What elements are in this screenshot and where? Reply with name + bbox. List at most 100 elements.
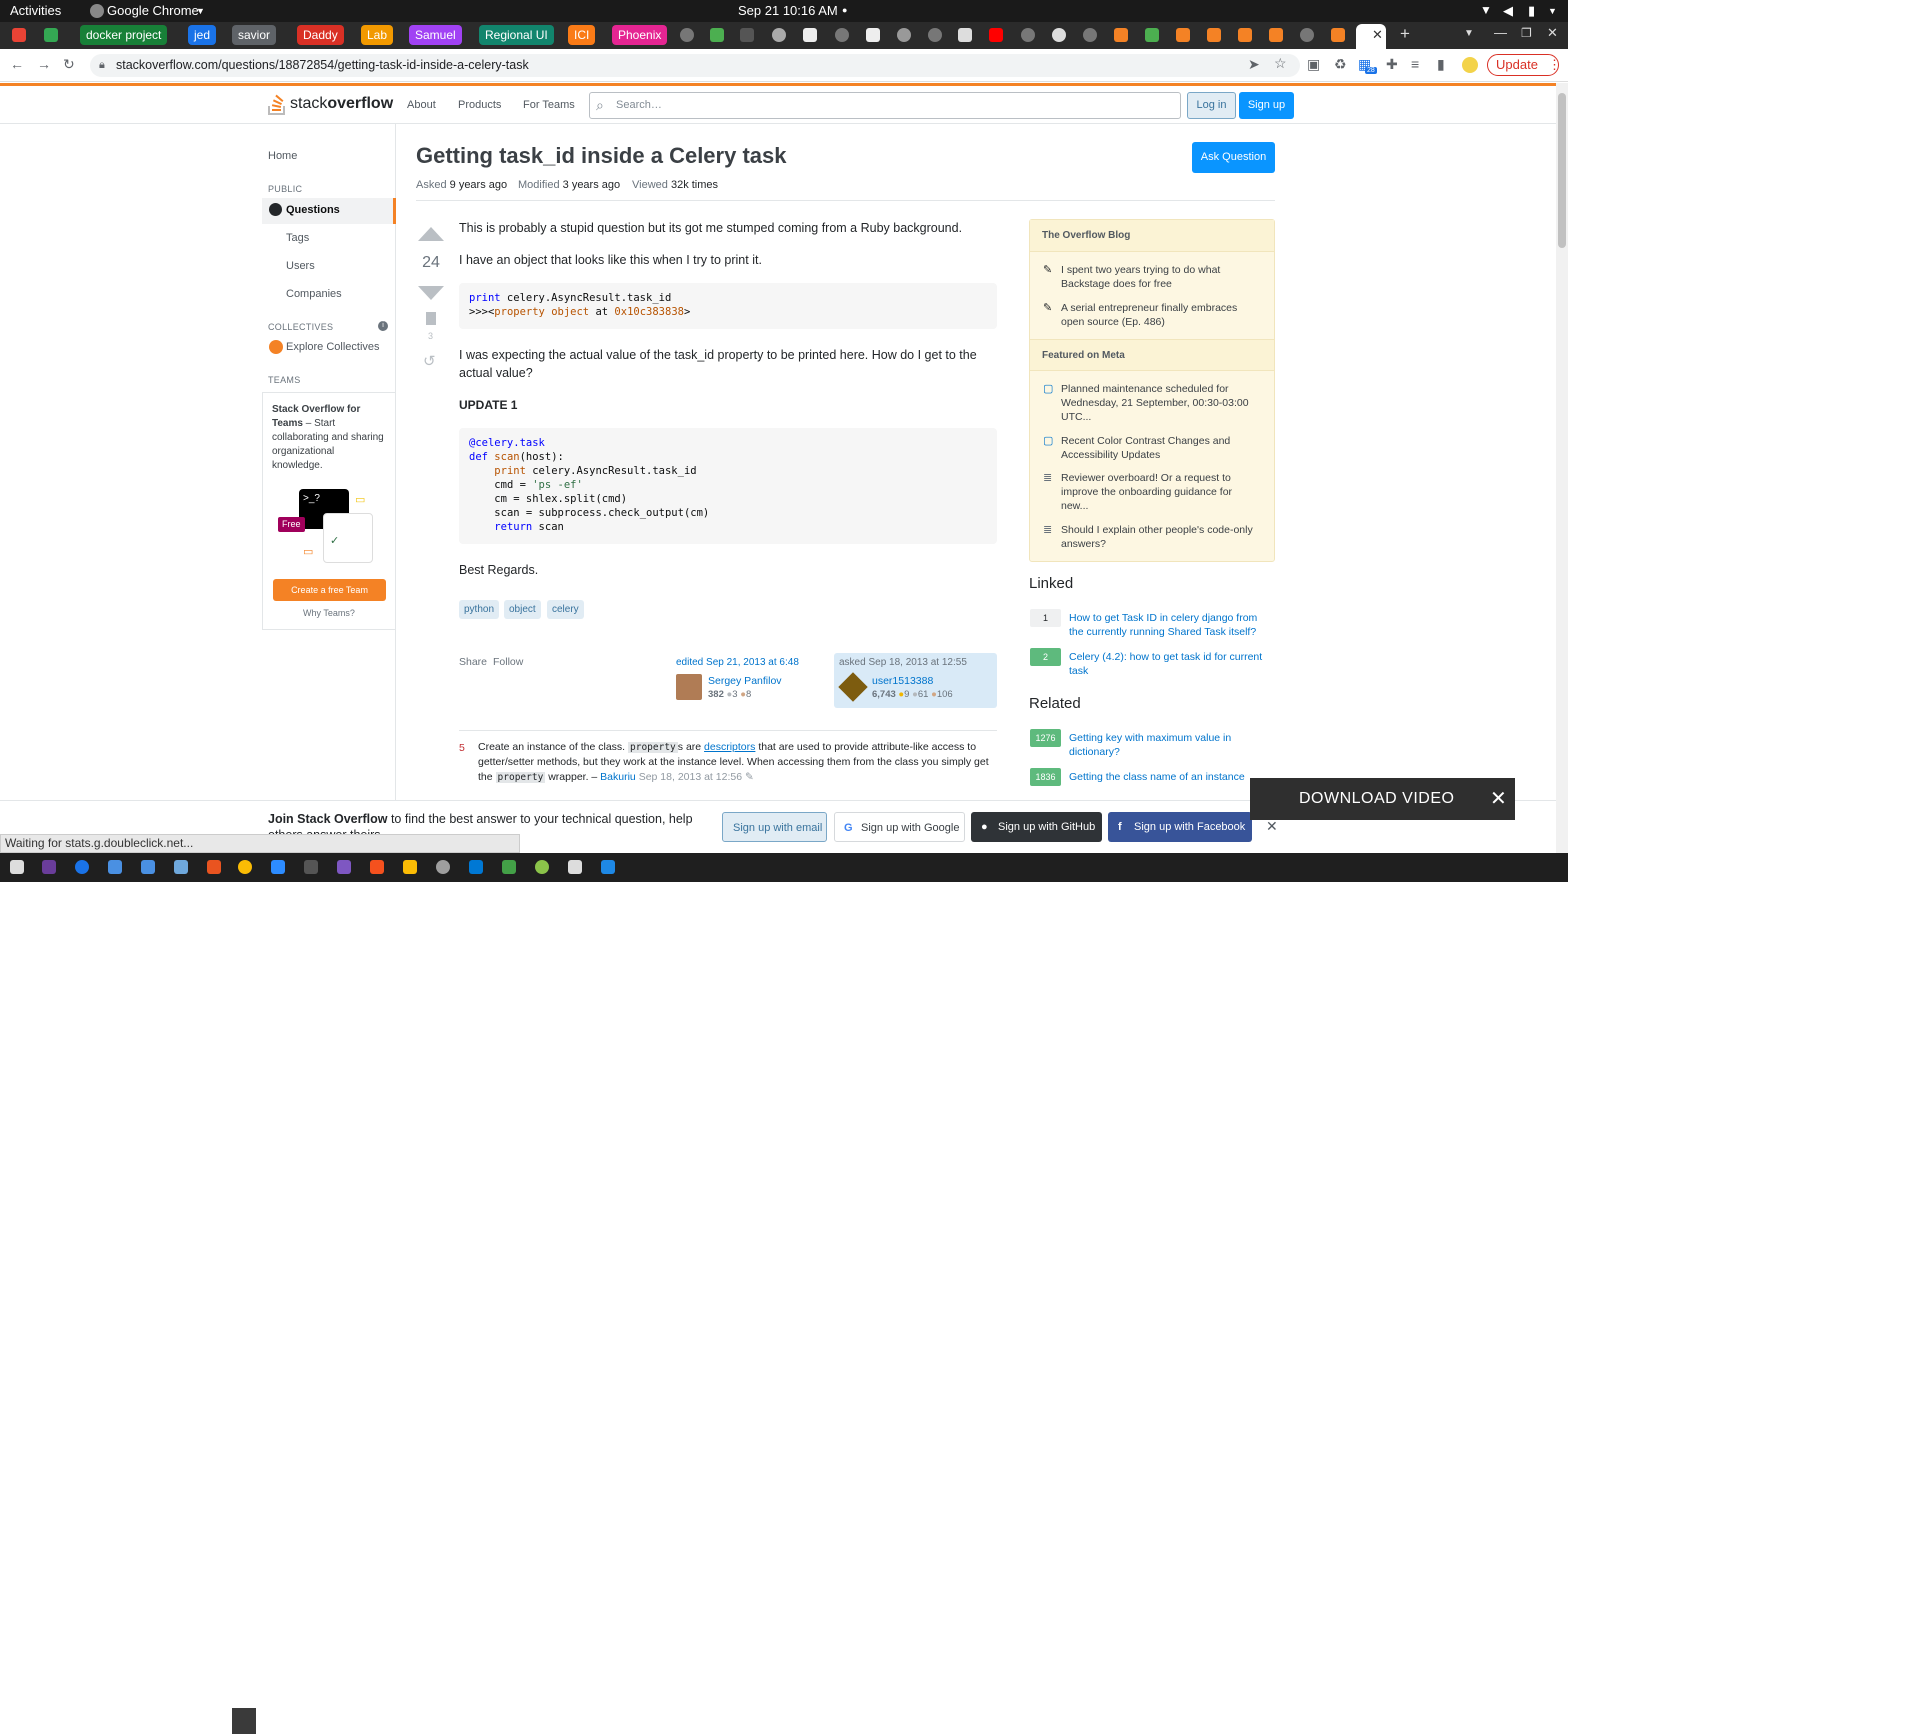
tab-group-ici[interactable]: ICI [568, 25, 596, 45]
volume-icon[interactable]: ◀ [1503, 3, 1513, 19]
battery-icon[interactable]: ▮ [1528, 3, 1535, 19]
blog-item[interactable]: I spent two years trying to do what Back… [1061, 263, 1261, 291]
reading-list-icon[interactable]: ≡ [1411, 56, 1419, 72]
comment-user-link[interactable]: Bakuriu [600, 771, 636, 783]
why-teams-link[interactable]: Why Teams? [303, 608, 355, 618]
stackoverflow-icon[interactable] [1176, 28, 1190, 42]
meta-item[interactable]: Reviewer overboard! Or a request to impr… [1061, 471, 1261, 513]
editor-name[interactable]: Sergey Panfilov [708, 675, 782, 687]
google-tab-icon[interactable] [1021, 28, 1035, 42]
tab-group-lab[interactable]: Lab [361, 25, 394, 45]
tab-favicon[interactable] [958, 28, 972, 42]
downvote-icon[interactable] [418, 286, 444, 300]
gmail-icon[interactable] [12, 28, 26, 42]
app-icon[interactable] [436, 860, 450, 874]
comment-date[interactable]: Sep 18, 2013 at 12:56 [639, 771, 742, 783]
editor-avatar[interactable] [676, 674, 702, 700]
google-tab-icon[interactable] [928, 28, 942, 42]
nav-tags[interactable]: Tags [286, 232, 309, 244]
stackoverflow-logo-icon[interactable] [267, 92, 289, 116]
close-tab-icon[interactable]: ✕ [1372, 27, 1383, 43]
edited-link[interactable]: edited Sep 21, 2013 at 6:48 [676, 657, 799, 668]
app-menu[interactable]: Google Chrome [107, 3, 199, 18]
scrollbar-thumb[interactable] [1558, 93, 1566, 248]
ask-question-button[interactable]: Ask Question [1192, 142, 1275, 173]
maximize-icon[interactable]: ❐ [1521, 26, 1532, 40]
stackoverflow-icon[interactable] [1114, 28, 1128, 42]
activities-button[interactable]: Activities [10, 3, 61, 18]
tab-group-daddy[interactable]: Daddy [297, 25, 344, 45]
share-link[interactable]: Share [459, 656, 487, 668]
tab-group-phoenix[interactable]: Phoenix [612, 25, 668, 45]
signup-email-button[interactable]: Sign up with email [722, 812, 827, 842]
close-banner-icon[interactable]: ✕ [1266, 818, 1278, 835]
signup-button[interactable]: Sign up [1239, 92, 1294, 119]
update-button[interactable]: Update ⋮ [1487, 54, 1561, 76]
info-icon[interactable]: i [378, 321, 388, 331]
extension-icon[interactable]: ▣ [1307, 56, 1320, 73]
tab-favicon[interactable] [772, 28, 786, 42]
google-tab-icon[interactable] [1083, 28, 1097, 42]
new-tab-button[interactable]: + [1400, 24, 1410, 44]
app-icon[interactable] [370, 860, 384, 874]
related-question[interactable]: Getting key with maximum value in dictio… [1069, 731, 1269, 759]
signup-google-button[interactable]: G Sign up with Google [834, 812, 965, 842]
google-tab-icon[interactable] [835, 28, 849, 42]
signup-facebook-button[interactable]: f Sign up with Facebook [1108, 812, 1252, 842]
tab-favicon[interactable] [710, 28, 724, 42]
terminal-icon[interactable] [304, 860, 318, 874]
bookmark-icon[interactable] [426, 312, 436, 325]
puzzle-icon[interactable]: ✚ [1386, 56, 1398, 73]
youtube-icon[interactable] [989, 28, 1003, 42]
reload-icon[interactable]: ↻ [63, 56, 75, 73]
app-icon[interactable] [568, 860, 582, 874]
blog-item[interactable]: A serial entrepreneur finally embraces o… [1061, 301, 1261, 329]
wifi-icon[interactable]: ▼ [1480, 3, 1492, 17]
tab-group-savior[interactable]: savior [232, 25, 277, 45]
tag-python[interactable]: python [459, 600, 500, 619]
nav-about[interactable]: About [407, 99, 436, 111]
linked-question[interactable]: How to get Task ID in celery django from… [1069, 611, 1269, 639]
app-icon[interactable] [502, 860, 516, 874]
system-menu-icon[interactable]: ▼ [1548, 6, 1557, 16]
google-tab-icon[interactable] [1300, 28, 1314, 42]
modified-value[interactable]: 3 years ago [563, 179, 620, 191]
stackoverflow-icon[interactable] [1207, 28, 1221, 42]
question-title[interactable]: Getting task_id inside a Celery task [416, 143, 786, 169]
tab-favicon[interactable] [1145, 28, 1159, 42]
side-panel-icon[interactable]: ▮ [1437, 56, 1445, 73]
back-icon[interactable]: ← [10, 56, 24, 72]
app-icon[interactable] [174, 860, 188, 874]
linked-question[interactable]: Celery (4.2): how to get task id for cur… [1069, 650, 1269, 678]
nav-for-teams[interactable]: For Teams [523, 99, 575, 111]
zoom-icon[interactable] [271, 860, 285, 874]
meta-item[interactable]: Recent Color Contrast Changes and Access… [1061, 434, 1261, 462]
related-question[interactable]: Getting the class name of an instance [1069, 770, 1269, 784]
stackoverflow-icon[interactable] [1238, 28, 1252, 42]
google-tab-icon[interactable] [680, 28, 694, 42]
tab-group-jed[interactable]: jed [188, 25, 217, 45]
tag-object[interactable]: object [504, 600, 541, 619]
brand-name[interactable]: stackoverflow [290, 95, 393, 113]
tab-group-regional-ui[interactable]: Regional UI [479, 25, 554, 45]
software-icon[interactable] [207, 860, 221, 874]
asker-name[interactable]: user1513388 [872, 675, 933, 687]
descriptors-link[interactable]: descriptors [704, 741, 755, 753]
medium-icon[interactable] [803, 28, 817, 42]
help-icon[interactable] [75, 860, 89, 874]
chrome-icon[interactable] [238, 860, 252, 874]
show-desktop-icon[interactable] [10, 860, 24, 874]
app-icon[interactable] [337, 860, 351, 874]
active-tab[interactable]: ✕ [1356, 24, 1386, 49]
upvote-icon[interactable] [418, 227, 444, 241]
nav-questions[interactable]: Questions [262, 198, 396, 224]
minimize-icon[interactable]: — [1494, 25, 1507, 40]
clock[interactable]: Sep 21 10:16 AM [738, 3, 838, 18]
history-icon[interactable]: ↺ [423, 352, 436, 370]
nav-users[interactable]: Users [286, 260, 315, 272]
nav-products[interactable]: Products [458, 99, 501, 111]
tab-favicon[interactable] [897, 28, 911, 42]
send-tab-icon[interactable]: ➤ [1248, 56, 1260, 73]
create-team-button[interactable]: Create a free Team [273, 579, 386, 601]
address-bar[interactable]: 🔒︎ stackoverflow.com/questions/18872854/… [90, 54, 1300, 77]
